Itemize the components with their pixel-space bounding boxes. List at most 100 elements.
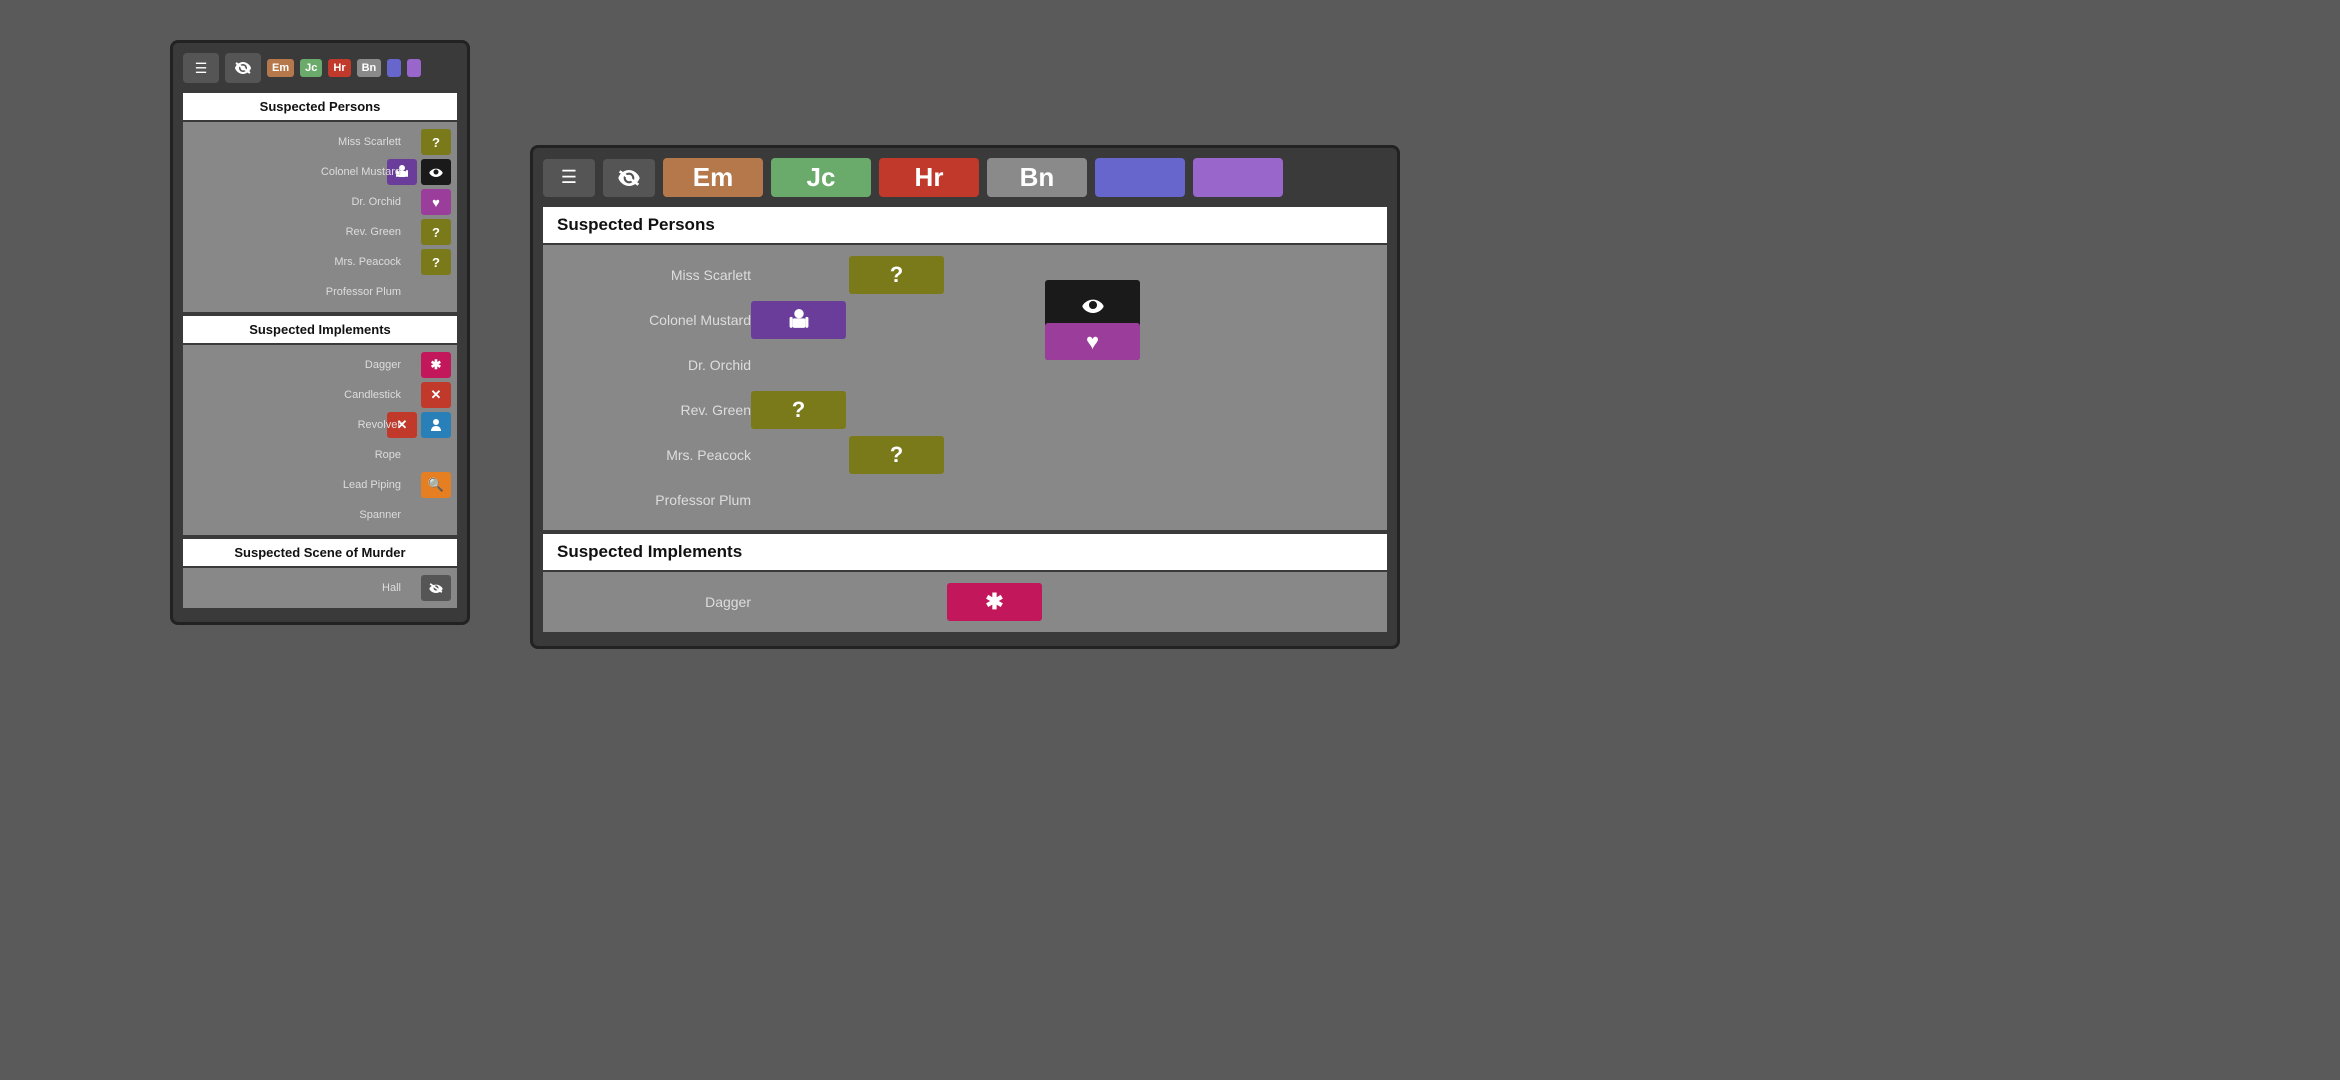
right-cell-peacock-0 [751, 436, 846, 474]
left-player-6[interactable] [407, 59, 421, 77]
right-cells-rev-green: ? [751, 391, 1336, 429]
right-player-jc[interactable]: Jc [771, 158, 871, 197]
right-cell-orchid-3 [1045, 346, 1140, 384]
left-row-revolver: Revolver ✕ [189, 411, 451, 439]
left-row-dr-orchid: Dr. Orchid ♥ [189, 188, 451, 216]
right-label-miss-scarlett: Miss Scarlett [561, 267, 751, 283]
left-eye-button[interactable] [225, 53, 261, 83]
left-cell-green-1[interactable]: ? [421, 219, 451, 245]
left-implements-header: Suspected Implements [183, 316, 457, 343]
left-panel: ☰ Em Jc Hr Bn Suspected Persons Miss Sca… [170, 40, 470, 625]
right-cell-dagger-2[interactable]: ✱ [947, 583, 1042, 621]
right-cell-dagger-5 [1241, 583, 1336, 621]
right-player-em[interactable]: Em [663, 158, 763, 197]
right-label-colonel-mustard: Colonel Mustard [561, 312, 751, 328]
right-cell-peacock-4 [1143, 436, 1238, 474]
right-label-mrs-peacock: Mrs. Peacock [561, 447, 751, 463]
right-cell-green-3 [1045, 391, 1140, 429]
left-toolbar: ☰ Em Jc Hr Bn [183, 53, 457, 83]
right-row-professor-plum: Professor Plum [551, 479, 1379, 521]
left-cell-hall-eye[interactable] [421, 575, 451, 601]
right-cell-plum-2 [947, 481, 1042, 519]
right-cell-green-5 [1241, 391, 1336, 429]
left-player-em[interactable]: Em [267, 59, 294, 77]
right-player-6[interactable] [1193, 158, 1283, 197]
left-row-candlestick: Candlestick ✕ [189, 381, 451, 409]
left-label-miss-scarlett: Miss Scarlett [338, 136, 401, 148]
left-player-5[interactable] [387, 59, 401, 77]
right-cells-mrs-peacock: ? [751, 436, 1336, 474]
left-scene-body: Hall [183, 568, 457, 608]
right-persons-header: Suspected Persons [543, 207, 1387, 243]
right-implements-body: Dagger ✱ [543, 572, 1387, 632]
left-persons-header: Suspected Persons [183, 93, 457, 120]
right-cell-green-4 [1143, 391, 1238, 429]
right-row-dagger: Dagger ✱ [551, 581, 1379, 623]
right-cells-dr-orchid [751, 346, 1336, 384]
right-cell-green-2 [947, 391, 1042, 429]
right-player-hr[interactable]: Hr [879, 158, 979, 197]
right-cell-mustard-5 [1241, 301, 1336, 339]
right-cell-green-0[interactable]: ? [751, 391, 846, 429]
right-player-5[interactable] [1095, 158, 1185, 197]
left-player-jc[interactable]: Jc [300, 59, 322, 77]
right-panel: ☰ Em Jc Hr Bn Suspected Persons Miss Sca… [530, 145, 1400, 649]
left-implements-body: Dagger ✱ Candlestick ✕ Revolver ✕ Rope L… [183, 345, 457, 535]
left-label-colonel-mustard: Colonel Mustard [321, 166, 401, 178]
right-row-rev-green: Rev. Green ? [551, 389, 1379, 431]
right-cell-peacock-5 [1241, 436, 1336, 474]
left-label-spanner: Spanner [359, 509, 401, 521]
left-cell-scarlett-1[interactable]: ? [421, 129, 451, 155]
right-eye-button[interactable] [603, 159, 655, 197]
right-cell-peacock-1[interactable]: ? [849, 436, 944, 474]
left-cell-dagger-1[interactable]: ✱ [421, 352, 451, 378]
left-cell-revolver-2[interactable] [421, 412, 451, 438]
left-menu-button[interactable]: ☰ [183, 53, 219, 83]
left-label-professor-plum: Professor Plum [326, 286, 401, 298]
right-cells-professor-plum [751, 481, 1336, 519]
left-label-dagger: Dagger [365, 359, 401, 371]
right-cell-mustard-1 [849, 301, 944, 339]
left-cell-peacock-1[interactable]: ? [421, 249, 451, 275]
right-cell-orchid-5 [1241, 346, 1336, 384]
left-label-rev-green: Rev. Green [346, 226, 401, 238]
left-player-bn[interactable]: Bn [357, 59, 382, 77]
right-cell-plum-1 [849, 481, 944, 519]
right-cell-mustard-0[interactable] [751, 301, 846, 339]
right-label-dagger: Dagger [561, 594, 751, 610]
right-label-dr-orchid: Dr. Orchid [561, 357, 751, 373]
left-cell-candlestick-1[interactable]: ✕ [421, 382, 451, 408]
right-cell-plum-5 [1241, 481, 1336, 519]
right-cell-orchid-1 [849, 346, 944, 384]
right-player-bn[interactable]: Bn [987, 158, 1087, 197]
left-row-lead-piping: Lead Piping 🔍 [189, 471, 451, 499]
right-cell-plum-4 [1143, 481, 1238, 519]
right-toolbar: ☰ Em Jc Hr Bn [543, 158, 1387, 197]
left-label-revolver: Revolver [358, 419, 401, 431]
right-label-rev-green: Rev. Green [561, 402, 751, 418]
left-label-dr-orchid: Dr. Orchid [351, 196, 401, 208]
left-label-candlestick: Candlestick [344, 389, 401, 401]
right-cell-orchid-2 [947, 346, 1042, 384]
left-cell-mustard-eye[interactable] [421, 159, 451, 185]
left-cell-orchid-heart[interactable]: ♥ [421, 189, 451, 215]
left-row-spanner: Spanner [189, 501, 451, 529]
left-row-hall: Hall [189, 574, 451, 602]
left-label-rope: Rope [375, 449, 401, 461]
right-cell-orchid-4 [1143, 346, 1238, 384]
right-row-colonel-mustard: Colonel Mustard ♥ [551, 299, 1379, 341]
left-player-hr[interactable]: Hr [328, 59, 350, 77]
right-cell-green-1 [849, 391, 944, 429]
left-row-professor-plum: Professor Plum [189, 278, 451, 306]
right-menu-button[interactable]: ☰ [543, 159, 595, 197]
right-cell-peacock-2 [947, 436, 1042, 474]
right-cell-dagger-1 [849, 583, 944, 621]
left-row-mrs-peacock: Mrs. Peacock ? [189, 248, 451, 276]
left-row-rev-green: Rev. Green ? [189, 218, 451, 246]
right-cells-dagger: ✱ [751, 583, 1336, 621]
left-label-hall: Hall [382, 582, 401, 594]
left-row-dagger: Dagger ✱ [189, 351, 451, 379]
left-cell-lead-piping-1[interactable]: 🔍 [421, 472, 451, 498]
left-row-rope: Rope [189, 441, 451, 469]
right-implements-header: Suspected Implements [543, 534, 1387, 570]
